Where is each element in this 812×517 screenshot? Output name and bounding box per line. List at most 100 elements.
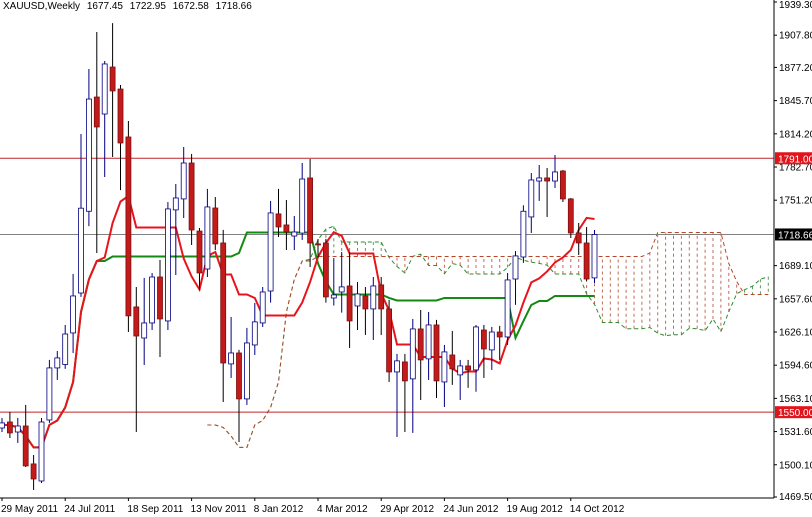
- bearish-candle: [157, 276, 163, 320]
- y-tick-label: 1814.20: [779, 129, 812, 140]
- bullish-candle: [251, 321, 258, 346]
- bullish-candle: [228, 352, 235, 365]
- bullish-candle: [488, 331, 495, 351]
- bearish-candle: [496, 331, 503, 338]
- bearish-candle: [220, 242, 227, 364]
- bullish-candle: [299, 178, 306, 234]
- x-tick-label: 29 Apr 2012: [380, 504, 434, 515]
- bullish-candle: [70, 295, 76, 334]
- bearish-candle: [322, 242, 329, 298]
- x-tick-label: 8 Jan 2012: [254, 504, 304, 515]
- bullish-candle: [101, 63, 108, 115]
- senkou-span-b: [207, 232, 769, 448]
- bearish-candle: [401, 361, 408, 382]
- bullish-candle: [425, 324, 432, 360]
- bullish-candle: [536, 177, 543, 182]
- bearish-candle: [480, 329, 487, 350]
- bullish-candle: [62, 333, 69, 365]
- bearish-candle: [275, 213, 282, 228]
- bullish-candle: [394, 360, 400, 373]
- bullish-candle: [504, 279, 511, 338]
- price-chart[interactable]: 1939.301907.801877.201845.701814.201782.…: [0, 0, 812, 517]
- bearish-candle: [315, 243, 321, 246]
- current-price-label: 1718.66: [778, 230, 812, 241]
- bearish-candle: [465, 365, 472, 371]
- bullish-candle: [338, 286, 345, 293]
- bearish-candle: [133, 306, 140, 337]
- bearish-candle: [307, 177, 314, 244]
- bearish-candle: [417, 328, 424, 361]
- bearish-candle: [560, 170, 566, 200]
- bullish-candle: [370, 285, 377, 310]
- bearish-candle: [30, 463, 37, 480]
- bearish-candle: [117, 88, 124, 144]
- y-tick-label: 1563.10: [779, 394, 812, 405]
- bullish-candle: [204, 206, 211, 270]
- bullish-candle: [149, 276, 156, 324]
- bullish-candle: [473, 326, 479, 371]
- kijun-sen-line: [2, 231, 595, 449]
- bullish-candle: [291, 231, 298, 237]
- bearish-candle: [433, 324, 440, 382]
- bearish-candle: [386, 308, 393, 373]
- bearish-candle: [196, 230, 203, 274]
- y-tick-label: 1626.10: [779, 328, 812, 339]
- x-tick-label: 18 Sep 2011: [127, 504, 183, 515]
- bearish-candle: [22, 425, 29, 467]
- bullish-candle: [0, 422, 5, 429]
- bullish-candle: [164, 208, 171, 322]
- bullish-candle: [141, 322, 148, 339]
- bearish-candle: [283, 224, 290, 233]
- bullish-candle: [14, 425, 21, 433]
- horizontal-levels: [0, 157, 774, 413]
- bearish-candle: [236, 352, 242, 400]
- bullish-candle: [78, 207, 84, 294]
- bullish-candle: [520, 210, 527, 258]
- bullish-candle: [86, 98, 92, 212]
- bullish-candle: [330, 294, 337, 299]
- bearish-candle: [125, 136, 132, 317]
- x-tick-label: 14 Oct 2012: [570, 504, 625, 515]
- bullish-candle: [552, 171, 558, 182]
- bullish-candle: [441, 351, 448, 383]
- level-support-label: 1550.00: [778, 408, 812, 419]
- x-tick-label: 29 May 2011: [1, 504, 59, 515]
- bearish-candle: [567, 198, 574, 234]
- bearish-candle: [378, 284, 385, 310]
- ichimoku-cloud: [207, 225, 769, 448]
- senkou-span-a: [207, 225, 769, 448]
- x-tick-label: 13 Nov 2011: [191, 504, 247, 515]
- y-tick-label: 1751.20: [779, 196, 812, 207]
- y-tick-label: 1531.60: [779, 427, 812, 438]
- bullish-candle: [46, 367, 53, 421]
- bullish-candle: [172, 197, 179, 211]
- y-tick-label: 1939.30: [779, 0, 812, 11]
- bullish-candle: [457, 365, 464, 376]
- bearish-candle: [362, 295, 369, 310]
- level-resistance-label: 1791.00: [778, 154, 812, 165]
- y-tick-label: 1469.50: [779, 492, 812, 503]
- bullish-candle: [54, 357, 61, 369]
- bullish-candle: [591, 234, 598, 279]
- y-tick-label: 1500.10: [779, 460, 812, 471]
- x-tick-label: 19 Aug 2012: [507, 504, 564, 515]
- bullish-candle: [512, 255, 519, 280]
- bullish-candle: [243, 342, 250, 400]
- bearish-candle: [544, 177, 550, 182]
- bullish-candle: [354, 293, 361, 307]
- x-tick-label: 4 Mar 2012: [317, 504, 368, 515]
- y-tick-label: 1689.10: [779, 261, 812, 272]
- bullish-candle: [180, 162, 187, 200]
- bearish-candle: [449, 354, 456, 370]
- bearish-candle: [583, 242, 590, 280]
- bearish-candle: [109, 66, 116, 92]
- candles: [0, 23, 598, 490]
- bearish-candle: [7, 421, 13, 434]
- bearish-candle: [93, 96, 100, 128]
- bullish-candle: [267, 212, 274, 292]
- bullish-candle: [259, 291, 266, 324]
- bearish-candle: [575, 232, 582, 244]
- y-tick-label: 1657.60: [779, 294, 812, 305]
- y-tick-label: 1594.60: [779, 361, 812, 372]
- x-tick-label: 24 Jul 2011: [64, 504, 115, 515]
